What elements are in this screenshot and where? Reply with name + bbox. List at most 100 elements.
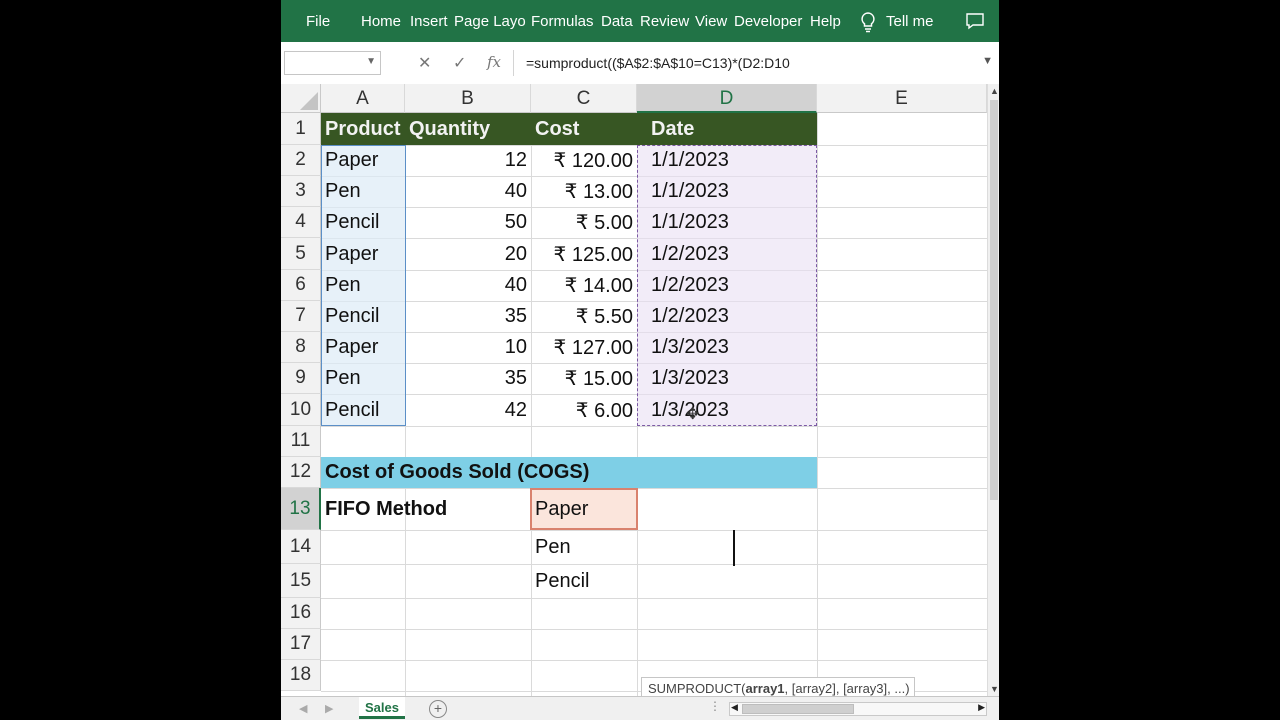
column-header-b[interactable]: B [405,84,531,113]
cell-b7[interactable]: 35 [405,301,531,332]
cell-d7[interactable]: 1/2/2023 [637,301,733,332]
prev-sheet-icon[interactable]: ◀ [299,702,307,715]
sheet-tab-sales[interactable]: Sales [359,697,405,719]
cell-c3[interactable]: ₹ 13.00 [531,176,637,207]
cell-d10[interactable]: 1/3/2023 [637,394,733,426]
vertical-scrollbar[interactable]: ▲ ▼ [987,84,999,696]
header-cost[interactable]: Cost [531,113,583,145]
row-header[interactable]: 4 [281,207,321,238]
header-product[interactable]: Product [321,113,405,145]
fifo-method-label[interactable]: FIFO Method [321,488,451,530]
select-all-button[interactable] [281,84,321,113]
tell-me-search[interactable]: Tell me [886,13,934,30]
tab-developer[interactable]: Developer [734,13,802,30]
row-header[interactable]: 8 [281,332,321,363]
column-header-a[interactable]: A [321,84,405,113]
cell-d3[interactable]: 1/1/2023 [637,176,733,207]
name-box[interactable]: ▼ [284,51,381,75]
row-header[interactable]: 1 [281,113,321,145]
cell-c4[interactable]: ₹ 5.00 [531,207,637,238]
more-options-icon[interactable]: ⋮ [709,699,721,713]
tab-data[interactable]: Data [601,13,633,30]
cell-d6[interactable]: 1/2/2023 [637,270,733,301]
row-header[interactable]: 12 [281,457,321,488]
column-header-c[interactable]: C [531,84,637,113]
row-header[interactable]: 3 [281,176,321,207]
cell-b10[interactable]: 42 [405,394,531,426]
cell-b3[interactable]: 40 [405,176,531,207]
cell-b5[interactable]: 20 [405,238,531,270]
scroll-down-icon[interactable]: ▼ [990,684,999,694]
cell-d5[interactable]: 1/2/2023 [637,238,733,270]
row-header[interactable]: 17 [281,629,321,660]
header-quantity[interactable]: Quantity [405,113,494,145]
insert-function-icon[interactable]: fx [487,53,501,71]
cell-b2[interactable]: 12 [405,145,531,176]
row-header[interactable]: 13 [281,488,321,530]
cell-b6[interactable]: 40 [405,270,531,301]
row-header[interactable]: 11 [281,426,321,457]
cell-a3[interactable]: Pen [321,176,365,207]
cell-c2[interactable]: ₹ 120.00 [531,145,637,176]
tab-page-layout[interactable]: Page Layout [454,13,526,30]
cell-c9[interactable]: ₹ 15.00 [531,363,637,394]
expand-formula-bar-icon[interactable]: ▼ [982,55,993,67]
function-tooltip[interactable]: SUMPRODUCT(array1, [array2], [array3], .… [641,677,915,698]
cell-d2[interactable]: 1/1/2023 [637,145,733,176]
chevron-down-icon[interactable]: ▼ [366,56,376,67]
worksheet-grid[interactable]: A B C D E 1 2 3 4 5 6 7 8 9 10 11 12 13 … [281,84,987,696]
row-header[interactable]: 9 [281,363,321,394]
cell-b4[interactable]: 50 [405,207,531,238]
tab-home[interactable]: Home [361,13,401,30]
row-header[interactable]: 14 [281,530,321,564]
cogs-title[interactable]: Cost of Goods Sold (COGS) [321,457,593,488]
next-sheet-icon[interactable]: ▶ [325,702,333,715]
cell-c10[interactable]: ₹ 6.00 [531,394,637,426]
cell-c15[interactable]: Pencil [531,564,593,598]
cell-a8[interactable]: Paper [321,332,382,363]
row-header[interactable]: 10 [281,394,321,426]
cancel-icon[interactable]: ✕ [418,53,431,73]
cell-a6[interactable]: Pen [321,270,365,301]
cell-d8[interactable]: 1/3/2023 [637,332,733,363]
row-header[interactable]: 7 [281,301,321,332]
tab-view[interactable]: View [695,13,727,30]
row-header[interactable]: 5 [281,238,321,270]
cell-a2[interactable]: Paper [321,145,382,176]
cell-a5[interactable]: Paper [321,238,382,270]
horizontal-scroll-thumb[interactable] [742,704,854,714]
horizontal-scrollbar[interactable]: ◀ ▶ [729,702,987,716]
row-header[interactable]: 18 [281,660,321,691]
row-header[interactable]: 16 [281,598,321,629]
cell-b9[interactable]: 35 [405,363,531,394]
tab-formulas[interactable]: Formulas [531,13,594,30]
cell-a4[interactable]: Pencil [321,207,383,238]
scroll-up-icon[interactable]: ▲ [990,86,999,96]
add-sheet-button[interactable]: + [429,700,447,718]
header-date[interactable]: Date [637,113,698,145]
lightbulb-icon[interactable] [859,11,877,33]
tab-review[interactable]: Review [640,13,689,30]
scroll-left-icon[interactable]: ◀ [731,702,738,713]
row-header[interactable]: 2 [281,145,321,176]
cell-c7[interactable]: ₹ 5.50 [531,301,637,332]
cell-d9[interactable]: 1/3/2023 [637,363,733,394]
column-header-e[interactable]: E [817,84,987,113]
enter-icon[interactable]: ✓ [453,53,466,73]
row-header[interactable]: 15 [281,564,321,598]
tab-file[interactable]: File [306,13,330,30]
cell-c5[interactable]: ₹ 125.00 [531,238,637,270]
formula-input[interactable]: =sumproduct(($A$2:$A$10=C13)*(D2:D10 [526,55,790,71]
cell-a7[interactable]: Pencil [321,301,383,332]
comments-icon[interactable] [965,12,985,30]
cell-a10[interactable]: Pencil [321,394,383,426]
cell-c6[interactable]: ₹ 14.00 [531,270,637,301]
row-header[interactable]: 6 [281,270,321,301]
cell-c13[interactable]: Paper [531,488,592,530]
scroll-right-icon[interactable]: ▶ [978,702,985,713]
tab-help[interactable]: Help [810,13,841,30]
cell-a9[interactable]: Pen [321,363,365,394]
cell-d4[interactable]: 1/1/2023 [637,207,733,238]
column-header-d[interactable]: D [637,84,817,113]
cell-c8[interactable]: ₹ 127.00 [531,332,637,363]
